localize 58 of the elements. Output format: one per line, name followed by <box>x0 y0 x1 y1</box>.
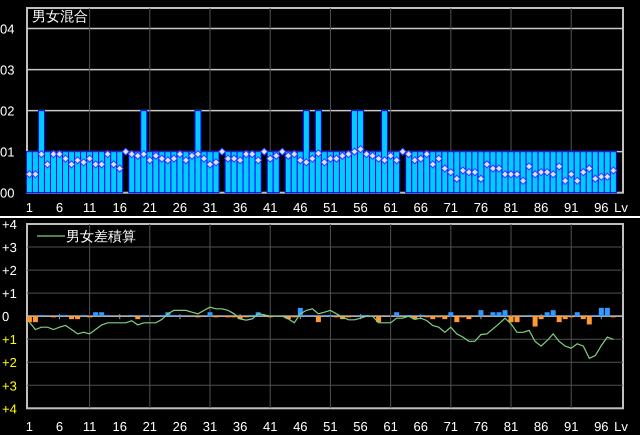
axis-tick-label: 76 <box>474 419 488 434</box>
axis-tick-label: 02 <box>0 104 14 119</box>
axis-tick-label: 16 <box>112 419 127 434</box>
axis-tick-label: 01 <box>0 144 14 160</box>
axis-tick-label: 96 <box>594 200 609 215</box>
axis-tick-label: +3 <box>2 240 17 256</box>
axis-tick-label: 56 <box>353 200 368 215</box>
axis-tick-label: 46 <box>293 200 308 215</box>
axis-tick-label: 86 <box>534 200 548 215</box>
axis-tick-label: 51 <box>323 419 338 434</box>
axis-tick-label: +4 <box>2 401 17 416</box>
axis-tick-label: 61 <box>383 200 398 215</box>
axis-tick-label: 1 <box>26 419 34 434</box>
axis-tick-label: 71 <box>444 200 458 215</box>
axis-tick-label: 11 <box>82 200 96 215</box>
axis-tick-label: 51 <box>323 200 338 215</box>
axis-tick-label: 31 <box>202 200 218 215</box>
axis-tick-label: 66 <box>413 419 428 434</box>
axis-tick-label: 04 <box>0 22 14 37</box>
axis-tick-label: 03 <box>0 62 14 78</box>
axis-tick-label: 76 <box>474 200 488 215</box>
axis-tick-label: 00 <box>0 186 14 201</box>
axis-tick-label: 6 <box>56 419 64 434</box>
axis-tick-label: 31 <box>202 419 218 434</box>
axis-tick-label: +2 <box>2 263 17 278</box>
axis-tick-label: +2 <box>2 355 17 370</box>
axis-tick-label: 11 <box>82 419 96 434</box>
axis-tick-label: 21 <box>142 419 158 434</box>
axis-tick-label: 26 <box>172 200 188 215</box>
axis-tick-label: 66 <box>413 200 428 215</box>
axis-tick-label: 41 <box>262 200 278 215</box>
axis-tick-label: 26 <box>172 419 188 434</box>
axis-tick-label: 1 <box>26 200 34 215</box>
axis-tick-label: 6 <box>56 200 64 215</box>
legend-label: 男女差積算 <box>66 228 136 244</box>
axis-tick-label: 71 <box>444 419 458 434</box>
chart-title: 男女混合 <box>32 8 88 24</box>
axis-tick-label: 81 <box>504 419 518 434</box>
axis-tick-label: 96 <box>594 419 609 434</box>
axis-label: Lv <box>614 200 628 215</box>
axis-tick-label: 91 <box>564 419 578 434</box>
axis-tick-label: 46 <box>293 419 308 434</box>
axis-label: Lv <box>614 419 628 434</box>
axis-tick-label: +1 <box>2 332 17 348</box>
axis-tick-label: 36 <box>232 419 248 434</box>
axis-tick-label: 56 <box>353 419 368 434</box>
axis-tick-label: 81 <box>504 200 518 215</box>
axis-tick-label: +3 <box>2 378 17 394</box>
axis-tick-label: 36 <box>232 200 248 215</box>
axis-tick-label: 0 <box>2 309 10 324</box>
axis-tick-label: +1 <box>2 286 17 302</box>
axis-tick-label: +4 <box>2 218 17 232</box>
axis-tick-label: 86 <box>534 419 548 434</box>
axis-tick-label: 21 <box>142 200 158 215</box>
axis-tick-label: 41 <box>262 419 278 434</box>
axis-tick-label: 91 <box>564 200 578 215</box>
axis-tick-label: 61 <box>383 419 398 434</box>
axis-tick-label: 16 <box>112 200 127 215</box>
